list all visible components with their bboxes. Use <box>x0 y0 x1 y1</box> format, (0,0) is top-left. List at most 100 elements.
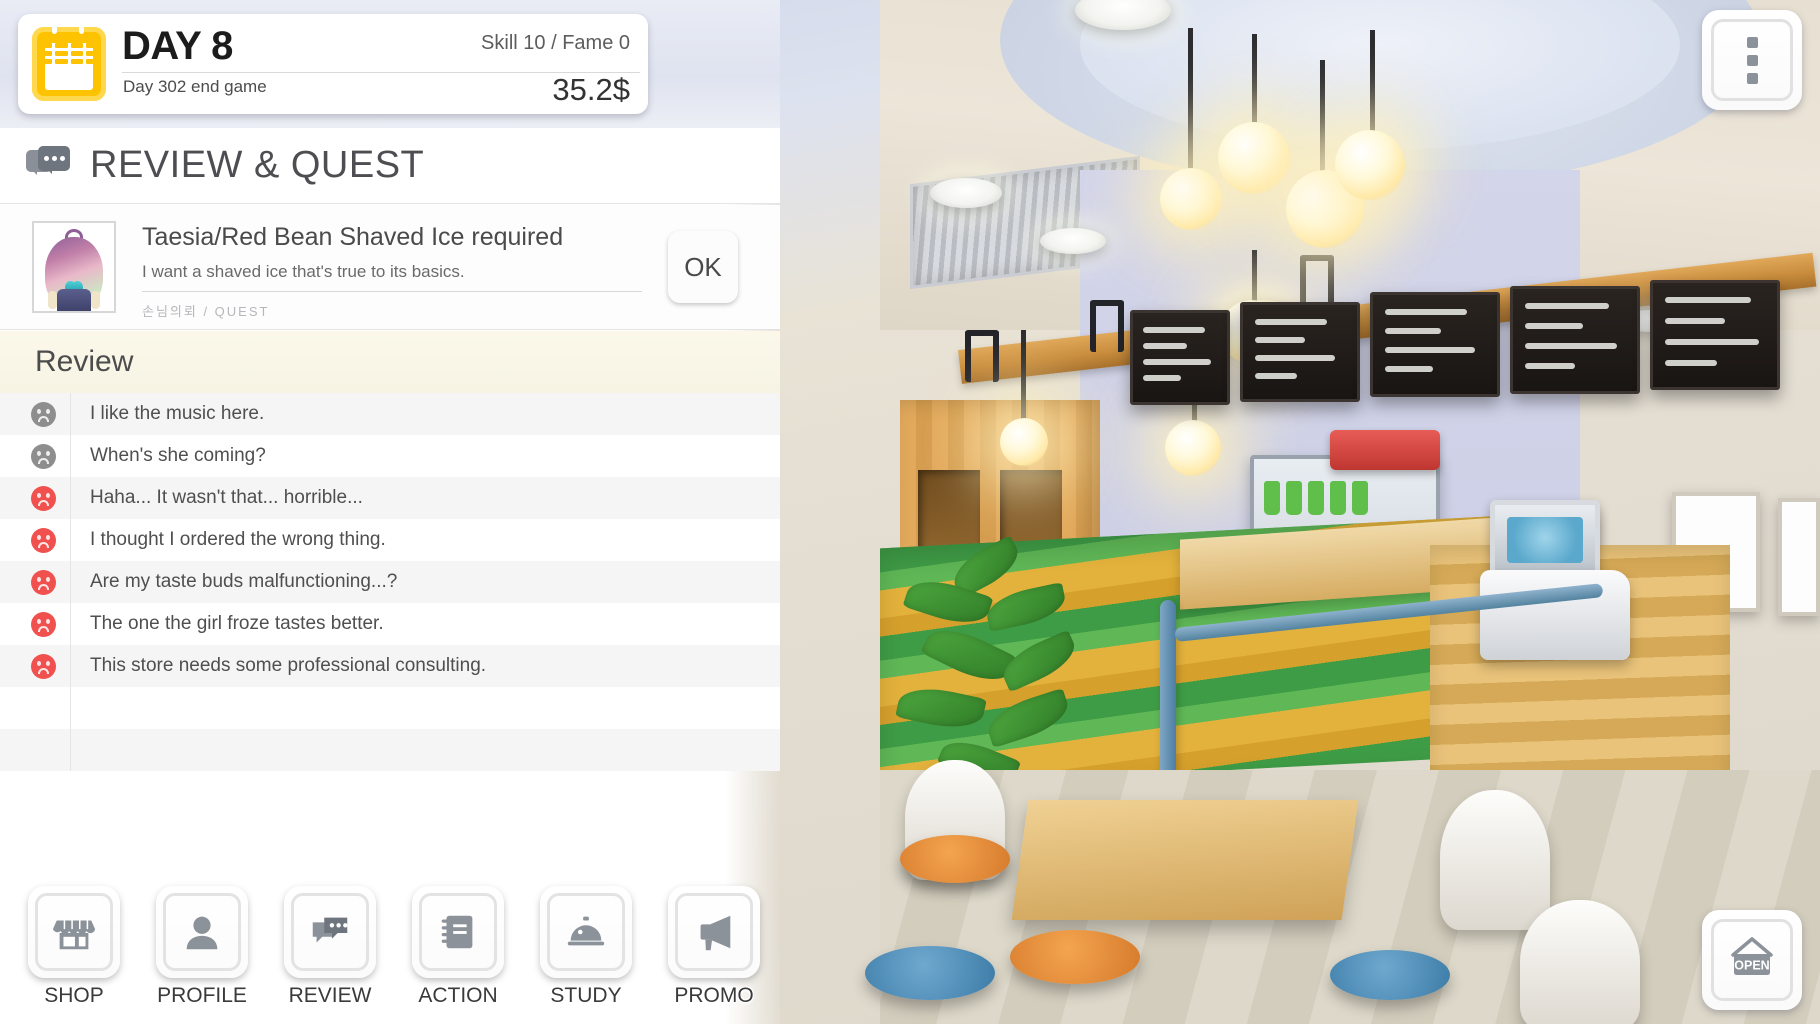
potted-plant <box>890 535 1130 800</box>
review-mood-bad-icon <box>31 485 56 511</box>
review-mood-neutral-icon <box>31 401 56 427</box>
page-title: REVIEW & QUEST <box>90 144 425 186</box>
pendant-bulb <box>1000 418 1048 466</box>
pendant-bulb <box>1160 168 1222 230</box>
review-mood-neutral-icon <box>31 443 56 469</box>
divider <box>142 291 642 292</box>
calendar-icon <box>32 20 106 101</box>
review-mood-bad-icon <box>31 527 56 553</box>
money-value: 35.2$ <box>552 72 630 107</box>
day-status-card: DAY 8 Day 302 end game Skill 10 / Fame 0… <box>18 14 648 114</box>
review-text: I like the music here. <box>90 403 265 424</box>
review-mood-bad-icon <box>31 569 56 595</box>
review-row: When's she coming? <box>0 435 780 477</box>
review-row-empty <box>0 687 780 729</box>
divider <box>70 603 71 645</box>
menu-button[interactable] <box>1702 10 1802 110</box>
cafe-chair <box>1440 790 1550 930</box>
nav-button[interactable] <box>28 886 120 978</box>
blue-stool <box>1330 950 1450 1000</box>
review-section-header: Review <box>0 331 780 393</box>
quest-info: Taesia/Red Bean Shaved Ice required I wa… <box>142 219 668 319</box>
storefront-icon <box>51 909 97 955</box>
nav-label: PROMO <box>674 984 754 1007</box>
orange-stool <box>900 835 1010 883</box>
blue-stool <box>865 946 995 1000</box>
pos-monitor <box>1490 500 1600 580</box>
nav-item-study[interactable]: STUDY <box>522 886 650 1008</box>
cash-register <box>1480 570 1630 660</box>
skill-fame-stats: Skill 10 / Fame 0 <box>481 32 630 54</box>
open-shop-button[interactable]: OPEN <box>1702 910 1802 1010</box>
day-info: DAY 8 Day 302 end game Skill 10 / Fame 0… <box>106 14 648 114</box>
review-list: I like the music here. When's she coming?… <box>0 393 780 771</box>
review-row: I thought I ordered the wrong thing. <box>0 519 780 561</box>
review-heading: Review <box>35 345 134 378</box>
menu-board <box>1650 280 1780 390</box>
quest-description: I want a shaved ice that's true to its b… <box>142 262 465 281</box>
quest-card[interactable]: Taesia/Red Bean Shaved Ice required I wa… <box>0 205 780 330</box>
orange-stool <box>1010 930 1140 984</box>
nav-button[interactable] <box>284 886 376 978</box>
divider <box>70 687 71 729</box>
nav-button[interactable] <box>156 886 248 978</box>
nav-button[interactable] <box>412 886 504 978</box>
nav-item-review[interactable]: REVIEW <box>266 886 394 1008</box>
divider <box>70 519 71 561</box>
nav-label: REVIEW <box>288 984 372 1007</box>
quest-ok-button[interactable]: OK <box>668 231 738 303</box>
nav-label: ACTION <box>418 984 498 1007</box>
ceiling-light <box>1040 228 1106 254</box>
divider <box>70 645 71 687</box>
pendant-bulb <box>1218 122 1290 194</box>
ceiling-bracket <box>1300 255 1334 307</box>
chat-bubbles-icon <box>307 909 353 955</box>
review-row: This store needs some professional consu… <box>0 645 780 687</box>
wall-picture <box>1778 498 1820 616</box>
review-mood-bad-icon <box>31 653 56 679</box>
nav-item-action[interactable]: ACTION <box>394 886 522 1008</box>
review-row: The one the girl froze tastes better. <box>0 603 780 645</box>
menu-board <box>1130 310 1230 405</box>
review-mood-bad-icon <box>31 611 56 637</box>
open-sign-icon: OPEN <box>1731 937 1773 975</box>
menu-board <box>1370 292 1500 397</box>
divider <box>70 729 71 771</box>
pendant-bulb <box>1335 130 1405 200</box>
ceiling-bracket <box>965 330 999 382</box>
nav-item-shop[interactable]: SHOP <box>10 886 138 1008</box>
review-text: I thought I ordered the wrong thing. <box>90 529 386 550</box>
section-header: REVIEW & QUEST <box>0 128 780 204</box>
chat-bubbles-icon <box>26 145 72 186</box>
cloche-icon <box>563 909 609 955</box>
counter-tray <box>1330 430 1440 470</box>
pendant-rod <box>1320 60 1325 180</box>
review-text: This store needs some professional consu… <box>90 655 487 676</box>
nav-label: PROFILE <box>157 984 247 1007</box>
nav-button[interactable] <box>668 886 760 978</box>
divider <box>70 393 71 435</box>
nav-label: SHOP <box>44 984 104 1007</box>
pendant-bulb <box>1165 420 1221 476</box>
nav-item-profile[interactable]: PROFILE <box>138 886 266 1008</box>
more-vertical-icon <box>1746 36 1758 84</box>
cafe-table <box>1011 800 1359 920</box>
pendant-rod <box>1252 34 1257 134</box>
ceiling-light <box>930 178 1002 208</box>
pendant-rod <box>1188 28 1193 178</box>
person-icon <box>179 909 225 955</box>
nav-item-promo[interactable]: PROMO <box>650 886 778 1008</box>
megaphone-icon <box>691 909 737 955</box>
review-row: Are my taste buds malfunctioning...? <box>0 561 780 603</box>
menu-board <box>1510 286 1640 394</box>
review-text: Haha... It wasn't that... horrible... <box>90 487 363 508</box>
review-row: I like the music here. <box>0 393 780 435</box>
divider <box>70 561 71 603</box>
nav-button[interactable] <box>540 886 632 978</box>
game-screen: DAY 8 Day 302 end game Skill 10 / Fame 0… <box>0 0 1820 1024</box>
bottom-navigation: SHOP PROFILE REVIEW ACTION STUDY PROMO <box>0 886 780 1024</box>
pendant-rod <box>1370 30 1375 140</box>
day-title: DAY 8 <box>122 24 233 68</box>
notebook-icon <box>435 909 481 955</box>
cafe-chair <box>1520 900 1640 1024</box>
